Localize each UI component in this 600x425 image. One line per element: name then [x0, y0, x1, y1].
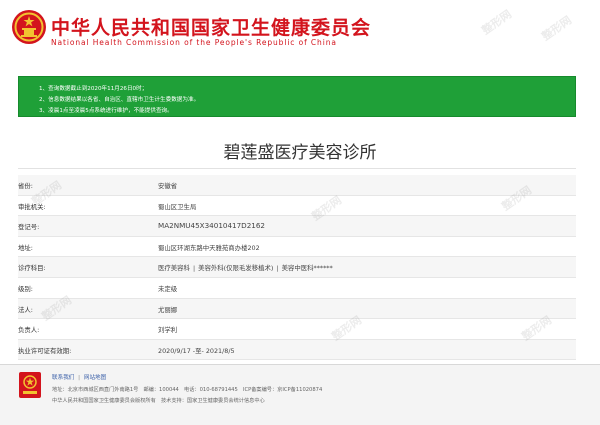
info-value: MA2NMU45X34010417D2162: [158, 221, 266, 231]
footer-copyright: 中华人民共和国国家卫生健康委员会版权所有 技术支持：国家卫生健康委员会统计信息中…: [52, 398, 265, 404]
info-row-person-in-charge: 负责人: 刘学利: [18, 319, 576, 340]
info-label: 诊疗科目:: [18, 264, 46, 273]
notice-line: 1、查询数据截止到2020年11月26日0时；: [39, 86, 148, 92]
divider: [18, 168, 576, 169]
commission-logo-icon: [19, 372, 41, 398]
info-value: 2020/9/17 -至- 2021/8/5: [158, 346, 235, 355]
info-row-license-validity: 执业许可证有效期: 2020/9/17 -至- 2021/8/5: [18, 339, 576, 361]
info-label: 级别:: [18, 284, 33, 293]
info-value: 蜀山区卫生局: [158, 202, 197, 211]
site-footer: 联系我们 | 网站地图 地址：北京市西城区西直门外南路1号 邮编：100044 …: [0, 365, 600, 425]
institution-info-table: 省份: 安徽省 审批机关: 蜀山区卫生局 登记号: MA2NMU45X34010…: [18, 175, 576, 361]
footer-link-separator: |: [78, 375, 81, 381]
site-title-cn: 中华人民共和国国家卫生健康委员会: [51, 17, 372, 39]
footer-links: 联系我们 | 网站地图: [52, 373, 106, 381]
info-row-legal-person: 法人: 尤丽娜: [18, 298, 576, 320]
subject-item: 医疗美容科: [158, 264, 190, 273]
subject-item: 美容外科(仅限毛发移植术): [198, 264, 274, 273]
info-row-address: 地址: 蜀山区环湖东路中天雅苑商办楼202: [18, 237, 576, 258]
info-value: 尤丽娜: [158, 305, 178, 314]
info-row-registration-number: 登记号: MA2NMU45X34010417D2162: [18, 216, 576, 237]
info-value: 未定级: [158, 284, 178, 293]
national-emblem-icon: [12, 10, 46, 44]
info-value: 蜀山区环湖东路中天雅苑商办楼202: [158, 243, 260, 252]
info-label: 法人:: [18, 305, 33, 314]
notice-line: 3、凌晨1点至凌晨5点系统进行维护，不能提供查询。: [39, 108, 173, 114]
info-row-subjects: 诊疗科目: 医疗美容科 | 美容外科(仅限毛发移植术) | 美容中医科******: [18, 257, 576, 278]
info-value: 刘学利: [158, 326, 178, 335]
site-header: 中华人民共和国国家卫生健康委员会 National Health Commiss…: [0, 0, 600, 58]
info-value: 安徽省: [158, 182, 178, 190]
info-label: 地址:: [18, 243, 33, 252]
info-row-province: 省份: 安徽省: [18, 175, 576, 196]
subject-separator: |: [276, 264, 279, 273]
info-label: 登记号:: [18, 223, 40, 232]
info-row-approval-authority: 审批机关: 蜀山区卫生局: [18, 196, 576, 217]
subject-item: 美容中医科******: [281, 264, 333, 273]
site-map-link[interactable]: 网站地图: [84, 375, 106, 381]
notice-line: 2、信息数据结果以各省、自治区、直辖市卫生计生委数据为准。: [39, 97, 200, 103]
info-label: 负责人:: [18, 326, 40, 335]
site-title-en: National Health Commission of the People…: [51, 38, 337, 47]
info-label: 审批机关:: [18, 202, 46, 211]
info-label: 省份:: [18, 182, 33, 190]
footer-address: 地址：北京市西城区西直门外南路1号 邮编：100044 电话：010-68791…: [52, 387, 323, 393]
notice-box: 1、查询数据截止到2020年11月26日0时； 2、信息数据结果以各省、自治区、…: [18, 76, 576, 117]
contact-us-link[interactable]: 联系我们: [52, 375, 74, 381]
info-label: 执业许可证有效期:: [18, 346, 72, 355]
page-title: 碧莲盛医疗美容诊所: [223, 143, 377, 163]
info-row-level: 级别: 未定级: [18, 278, 576, 299]
info-value-subjects: 医疗美容科 | 美容外科(仅限毛发移植术) | 美容中医科******: [158, 263, 333, 272]
subject-separator: |: [192, 264, 196, 273]
